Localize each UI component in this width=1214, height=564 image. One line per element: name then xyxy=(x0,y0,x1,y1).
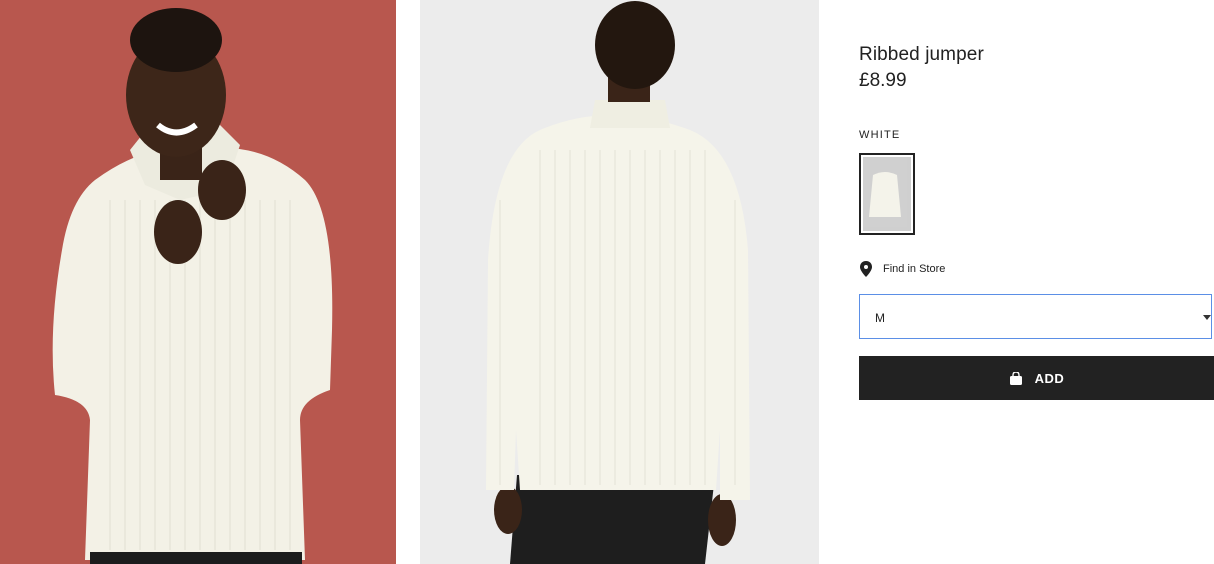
location-pin-icon xyxy=(860,261,872,277)
product-details-panel: Ribbed jumper £8.99 WHITE Find in Store … xyxy=(859,0,1214,564)
swatch-thumbnail xyxy=(863,157,911,231)
color-name: WHITE xyxy=(859,129,901,141)
product-image-front[interactable] xyxy=(0,0,396,564)
product-title: Ribbed jumper xyxy=(859,44,984,65)
shopping-bag-icon xyxy=(1009,371,1022,385)
add-to-bag-button[interactable]: ADD xyxy=(859,356,1214,400)
chevron-down-icon xyxy=(1203,315,1211,320)
color-swatch-white[interactable] xyxy=(859,153,915,235)
model-front-illustration xyxy=(0,0,396,564)
product-image-back[interactable] xyxy=(420,0,819,564)
size-selected-value: M xyxy=(875,311,885,325)
find-in-store-label: Find in Store xyxy=(883,263,946,275)
product-price: £8.99 xyxy=(859,70,907,91)
find-in-store-link[interactable]: Find in Store xyxy=(859,261,945,277)
size-select[interactable]: M xyxy=(859,294,1212,339)
model-back-illustration xyxy=(420,0,819,564)
add-button-label: ADD xyxy=(1034,370,1065,386)
